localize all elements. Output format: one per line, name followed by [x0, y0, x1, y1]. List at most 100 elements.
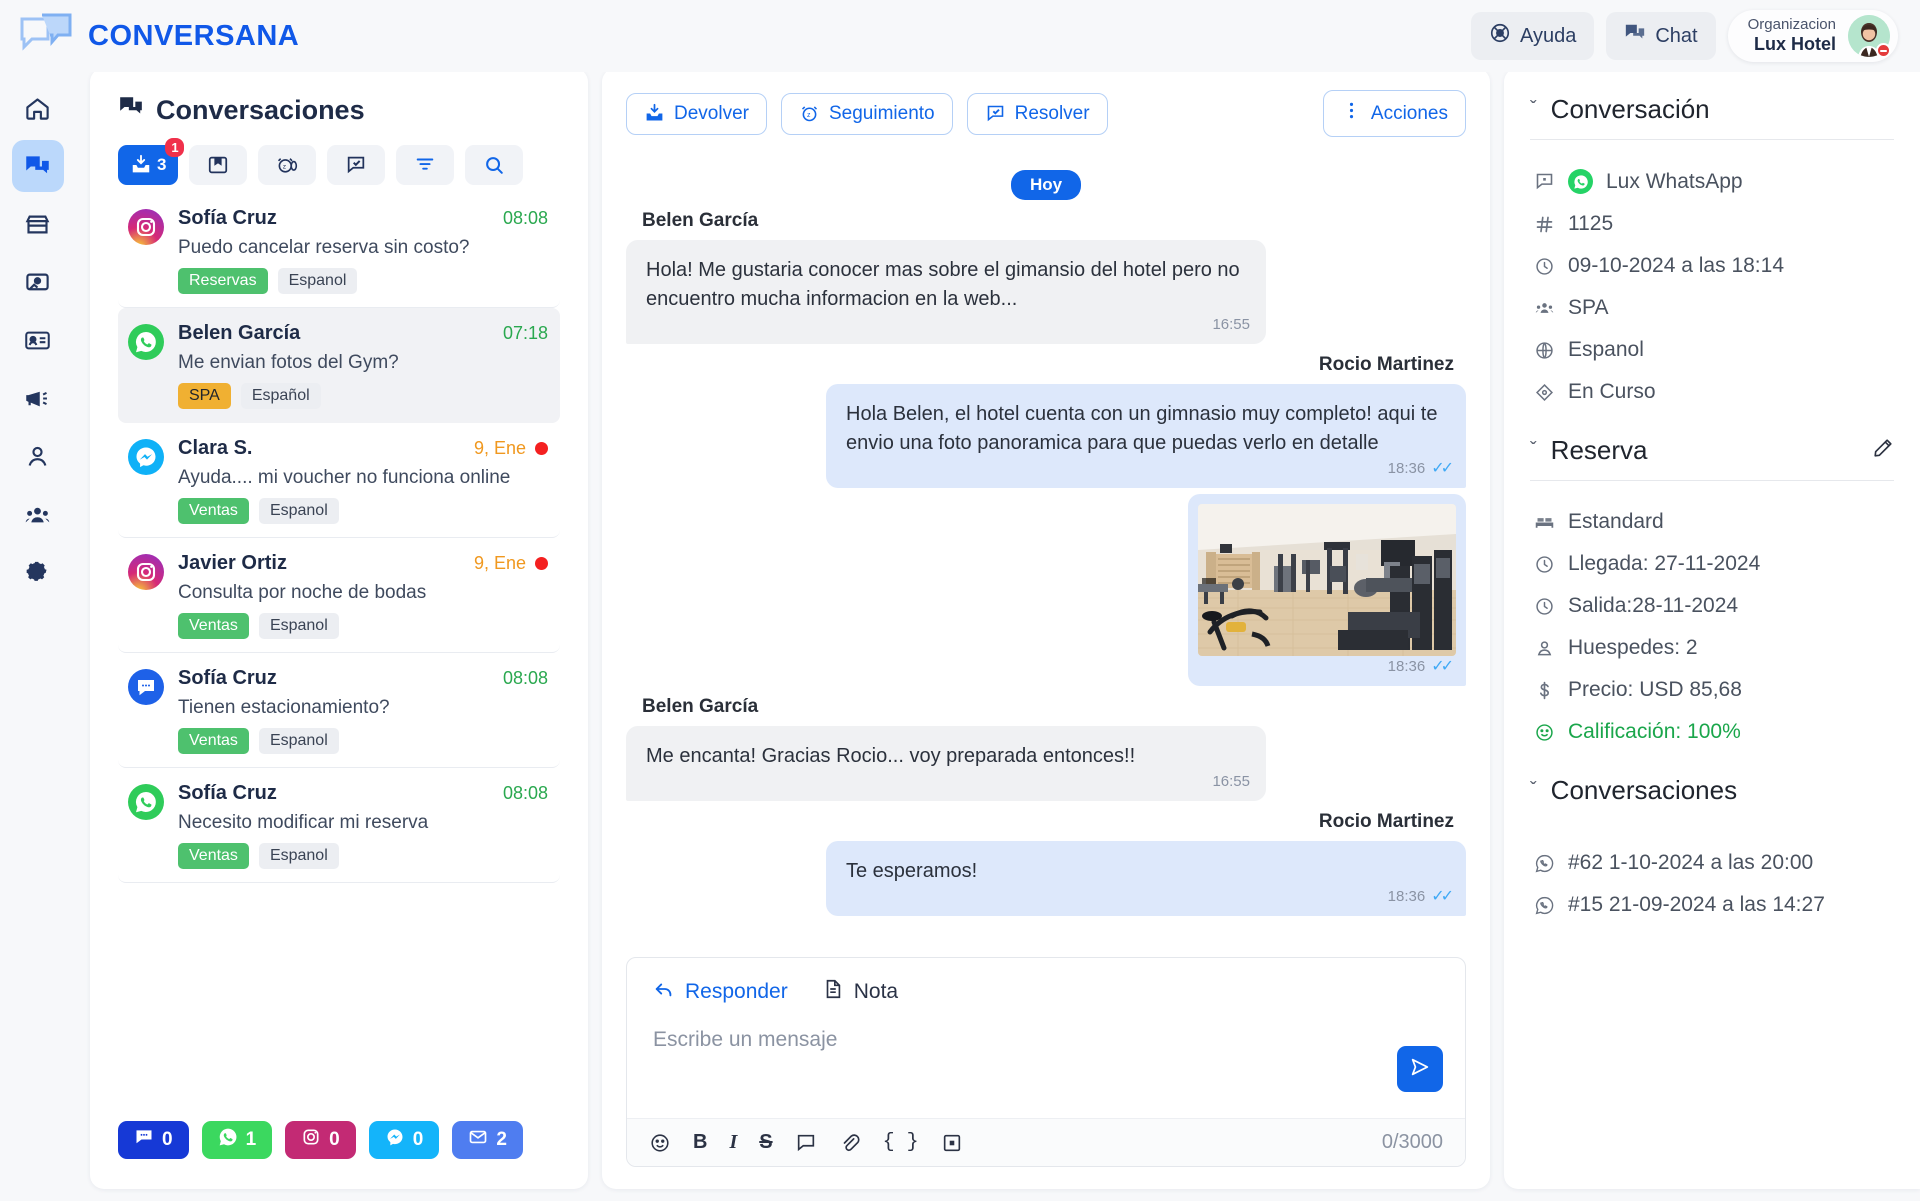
past-conversation-item[interactable]: #15 21-09-2024 a las 14:27 [1530, 884, 1894, 926]
message-timestamp: 16:55 [1212, 771, 1250, 793]
help-label: Ayuda [1520, 24, 1577, 47]
template-icon[interactable] [941, 1132, 963, 1154]
devolver-button[interactable]: Devolver [626, 92, 767, 135]
resolver-label: Resolver [1014, 102, 1090, 124]
read-receipt-icon: ✓✓ [1431, 657, 1454, 675]
detail-id-value: 1125 [1568, 212, 1614, 235]
emoji-icon[interactable] [649, 1132, 671, 1154]
sidebar-item-settings[interactable] [12, 546, 64, 598]
sidebar-item-profile[interactable] [12, 430, 64, 482]
sidebar-item-contacts[interactable] [12, 314, 64, 366]
section-header-conversacion[interactable]: ˇ Conversación [1530, 94, 1894, 139]
pencil-icon[interactable] [1872, 435, 1894, 466]
conversation-list-item[interactable]: Sofía Cruz 08:08 Puedo cancelar reserva si… [118, 193, 560, 308]
page-title-text: Conversaciones [156, 95, 365, 125]
bold-icon[interactable]: B [693, 1131, 707, 1154]
tab-nota[interactable]: Nota [822, 978, 898, 1006]
message-bubble-image[interactable]: 18:36 ✓✓ [1188, 494, 1466, 686]
message-text: Te esperamos! [846, 860, 978, 882]
channel-counter-instagram[interactable]: 0 [285, 1121, 356, 1159]
tab-responder-label: Responder [685, 980, 788, 1003]
acciones-button[interactable]: Acciones [1322, 90, 1466, 137]
avatar[interactable] [1848, 15, 1891, 58]
channel-counter-whatsapp[interactable]: 1 [201, 1121, 273, 1159]
message-group: Belen García Me encanta! Gracias Rocio...… [626, 696, 1466, 801]
conversations-panel: Conversaciones 3 1 z Sofía Cruz 08:08 Pued… [90, 68, 588, 1189]
message-timestamp: 18:36 ✓✓ [1388, 655, 1454, 678]
tab-responder[interactable]: Responder [653, 978, 788, 1006]
org-label: Organizacion [1747, 16, 1836, 34]
help-button[interactable]: Ayuda [1471, 12, 1595, 60]
chevron-down-icon[interactable]: ˇ [1530, 98, 1537, 121]
conversation-list-item[interactable]: Sofía Cruz 08:08 Tienen estacionamiento? Ve… [118, 653, 560, 768]
search-button[interactable] [465, 145, 524, 185]
conversation-preview: Consulta por noche de bodas [178, 582, 427, 603]
composer-input-area[interactable]: Escribe un mensaje [627, 1006, 1465, 1118]
conversation-tag: Espanol [258, 498, 339, 524]
seguimiento-button[interactable]: z Seguimiento [780, 92, 953, 135]
sidebar-item-conversations[interactable] [11, 140, 64, 192]
filter-snoozed[interactable]: z [258, 145, 317, 185]
conversation-list-item[interactable]: Sofía Cruz 08:08 Necesito modificar mi res… [118, 768, 560, 883]
filter-saved[interactable] [189, 145, 248, 185]
chat-label: Chat [1655, 24, 1698, 47]
sidebar-item-campaigns[interactable] [12, 372, 64, 424]
channel-counter-webchat[interactable]: 0 [118, 1121, 189, 1159]
section-header-conversaciones[interactable]: ˇ Conversaciones [1530, 775, 1894, 820]
reserva-arrival-value: Llegada: 27-11-2024 [1568, 552, 1761, 575]
conversation-list-item[interactable]: Belen García 07:18 Me envian fotos del Gym… [118, 308, 560, 423]
message-input-placeholder[interactable]: Escribe un mensaje [653, 1028, 1397, 1052]
paperclip-icon[interactable] [839, 1132, 861, 1154]
detail-id: 1125 [1530, 203, 1894, 245]
strikethrough-icon[interactable]: S [759, 1131, 772, 1154]
past-conversation-item[interactable]: #62 1-10-2024 a las 20:00 [1530, 842, 1894, 884]
conversation-contact-name: Sofía Cruz [178, 207, 277, 229]
hotel-gym-photo[interactable] [1198, 504, 1456, 656]
filter-inbox[interactable]: 3 1 [118, 138, 185, 185]
channel-counter-messenger[interactable]: 0 [368, 1121, 440, 1159]
message-bubble[interactable]: Me encanta! Gracias Rocio... voy prepara… [626, 726, 1266, 801]
send-icon [1409, 1056, 1431, 1083]
message-text: Hola! Me gustaria conocer mas sobre el g… [646, 259, 1240, 310]
resolver-button[interactable]: Resolver [966, 92, 1108, 135]
braces-icon[interactable]: { } [883, 1131, 919, 1154]
italic-icon[interactable]: I [729, 1131, 737, 1154]
conversation-list-item[interactable]: Clara S. 9, Ene Ayuda.... mi voucher no fu… [118, 423, 560, 538]
channel-counter-value: 1 [245, 1129, 257, 1150]
message-bubble[interactable]: Te esperamos! 18:36 ✓✓ [826, 841, 1466, 916]
conversation-preview: Puedo cancelar reserva sin costo? [178, 237, 470, 258]
send-button[interactable] [1397, 1046, 1443, 1092]
svg-text:z: z [283, 163, 287, 170]
sidebar-item-teams[interactable] [12, 488, 64, 540]
envelope-icon [468, 1127, 488, 1153]
message-time: 18:36 [1387, 459, 1426, 477]
organization-chip[interactable]: Organizacion Lux Hotel [1727, 10, 1898, 62]
message-bubble[interactable]: Hola! Me gustaria conocer mas sobre el g… [626, 240, 1266, 344]
filter-icon-button[interactable] [396, 145, 455, 185]
sidebar-item-home[interactable] [12, 82, 64, 134]
message-bubble[interactable]: Hola Belen, el hotel cuenta con un gimna… [826, 384, 1466, 488]
chevron-down-icon[interactable]: ˇ [1530, 439, 1537, 462]
chevron-down-icon[interactable]: ˇ [1530, 779, 1537, 802]
conversation-list-item[interactable]: Javier Ortiz 9, Ene Consulta por noche de … [118, 538, 560, 653]
detail-datetime: 09-10-2024 a las 18:14 [1530, 245, 1894, 287]
message-group: Rocio Martinez Te esperamos! 18:36 ✓✓ [626, 811, 1466, 916]
conversation-preview: Tienen estacionamiento? [178, 697, 390, 718]
brand-name: CONVERSANA [88, 19, 300, 52]
svg-text:z: z [807, 112, 811, 119]
read-receipt-icon: ✓✓ [1431, 887, 1454, 905]
vertical-dots-icon [1341, 100, 1362, 127]
filter-resolved[interactable] [327, 145, 386, 185]
chat-header: Devolver z Seguimiento Resolver Acciones [602, 68, 1490, 137]
channel-counter-email[interactable]: 2 [452, 1121, 523, 1159]
sidebar-item-store[interactable] [12, 198, 64, 250]
sidebar-item-media[interactable] [12, 256, 64, 308]
conversation-tag: SPA [178, 383, 231, 409]
top-bar: CONVERSANA Ayuda Chat Organizacion Lux H… [0, 0, 1920, 72]
reserva-departure-value: Salida:28-11-2024 [1568, 594, 1739, 617]
chat-button[interactable]: Chat [1606, 12, 1716, 60]
chat-action-buttons: Devolver z Seguimiento Resolver [626, 92, 1108, 135]
section-header-reserva[interactable]: ˇ Reserva [1530, 435, 1894, 480]
chat-panel: Devolver z Seguimiento Resolver Acciones… [602, 68, 1490, 1189]
quick-reply-chat-icon[interactable] [795, 1132, 817, 1154]
